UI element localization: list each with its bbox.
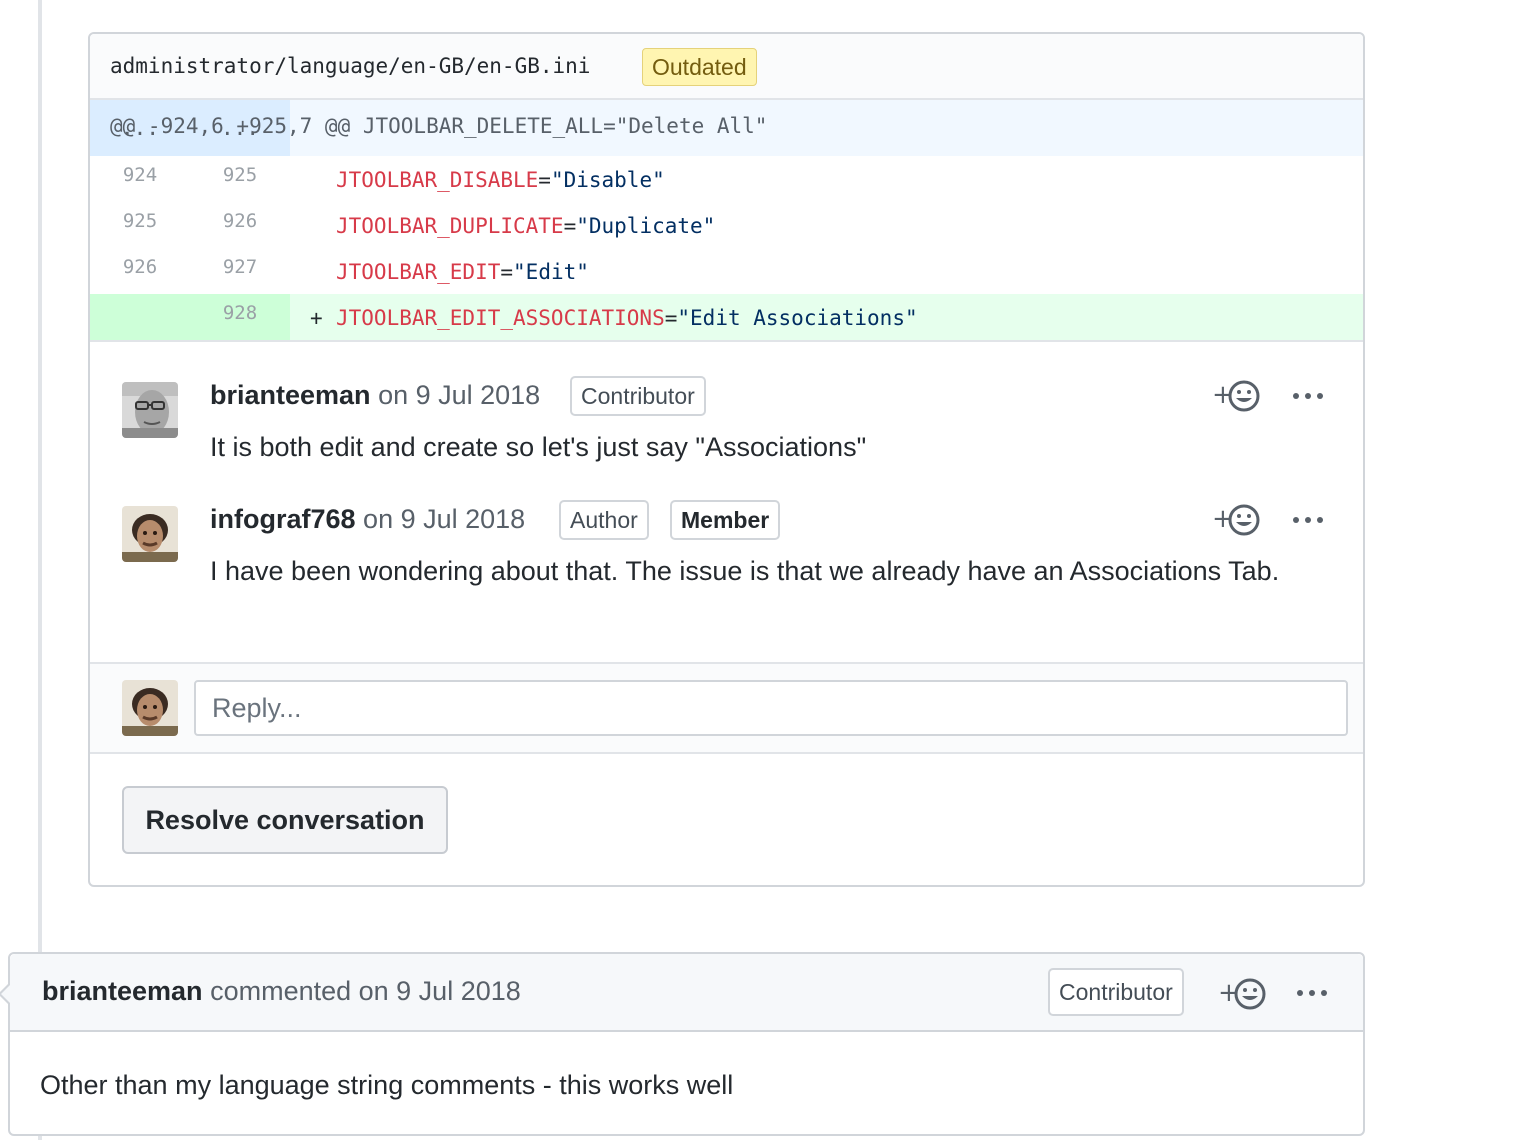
comment-author-line: brianteeman commented on 9 Jul 2018 (42, 976, 521, 1007)
ini-key: JTOOLBAR_DUPLICATE (336, 214, 564, 238)
outdated-badge: Outdated (642, 48, 757, 86)
line-number-old[interactable] (90, 294, 190, 340)
ini-equals: = (538, 168, 551, 192)
add-reaction-icon[interactable]: + (1212, 378, 1262, 414)
contributor-badge: Contributor (1048, 968, 1184, 1016)
comment-timestamp[interactable]: on 9 Jul 2018 (371, 380, 540, 410)
ini-value: "Edit Associations" (677, 306, 918, 330)
author-badge: Author (559, 500, 649, 540)
ini-key: JTOOLBAR_DISABLE (336, 168, 539, 192)
diff-code: JTOOLBAR_DISABLE="Disable" (336, 168, 665, 192)
ini-value: "Duplicate" (576, 214, 716, 238)
line-number-new[interactable]: 928 (190, 294, 290, 340)
more-options-icon[interactable] (1292, 514, 1324, 526)
reply-area (90, 662, 1363, 754)
more-options-icon[interactable] (1292, 390, 1324, 402)
diff-row: 924 925 JTOOLBAR_DISABLE="Disable" (90, 156, 1363, 202)
diff-row-added: 928 + JTOOLBAR_EDIT_ASSOCIATIONS="Edit As… (90, 294, 1363, 340)
hunk-header-text: @@ -924,6 +925,7 @@ JTOOLBAR_DELETE_ALL=… (110, 114, 768, 138)
ini-equals: = (500, 260, 514, 284)
file-header: administrator/language/en-GB/en-GB.ini O… (90, 34, 1363, 100)
comment-author[interactable]: brianteeman (210, 380, 371, 410)
review-thread: administrator/language/en-GB/en-GB.ini O… (88, 32, 1365, 887)
diff-code: JTOOLBAR_EDIT="Edit" (336, 260, 589, 284)
resolve-conversation-button[interactable]: Resolve conversation (122, 786, 448, 854)
ini-equals: = (664, 306, 678, 330)
ini-key: JTOOLBAR_EDIT (336, 260, 501, 284)
diff-table: ... ... @@ -924,6 +925,7 @@ JTOOLBAR_DEL… (90, 100, 1363, 340)
line-number-old[interactable]: 925 (90, 202, 190, 248)
comment-author-line: infograf768 on 9 Jul 2018 (210, 504, 525, 535)
diff-row: 926 927 JTOOLBAR_EDIT="Edit" (90, 248, 1363, 294)
added-sign: + (310, 306, 323, 330)
avatar[interactable] (122, 382, 178, 438)
ini-value: "Disable" (550, 168, 665, 192)
member-badge: Member (670, 500, 781, 540)
add-reaction-icon[interactable]: + (1218, 976, 1268, 1012)
comment-body: I have been wondering about that. The is… (210, 556, 1280, 586)
ini-key: JTOOLBAR_EDIT_ASSOCIATIONS (336, 306, 665, 330)
line-number-new[interactable]: 925 (190, 156, 290, 202)
timeline-comment: brianteeman commented on 9 Jul 2018 Cont… (0, 952, 1365, 1136)
avatar-brianteeman-icon (122, 382, 178, 438)
hunk-header-row: ... ... @@ -924,6 +925,7 @@ JTOOLBAR_DEL… (90, 100, 1363, 156)
avatar-infograf768-icon (122, 680, 178, 736)
comment-author-line: brianteeman on 9 Jul 2018 (210, 380, 540, 411)
reply-input[interactable] (194, 680, 1348, 736)
comment-thread: brianteeman on 9 Jul 2018 Contributor + … (90, 340, 1363, 586)
line-number-new[interactable]: 926 (190, 202, 290, 248)
line-number-old[interactable]: 926 (90, 248, 190, 294)
comment-author[interactable]: infograf768 (210, 504, 356, 534)
line-number-new[interactable]: 927 (190, 248, 290, 294)
avatar-infograf768-icon (122, 506, 178, 562)
comment-body: It is both edit and create so let's just… (210, 432, 867, 462)
timeline-comment-header: brianteeman commented on 9 Jul 2018 Cont… (0, 954, 1363, 1032)
diff-row: 925 926 JTOOLBAR_DUPLICATE="Duplicate" (90, 202, 1363, 248)
line-number-old[interactable]: 924 (90, 156, 190, 202)
contributor-badge: Contributor (570, 376, 706, 416)
avatar[interactable] (122, 680, 178, 736)
more-options-icon[interactable] (1296, 987, 1328, 999)
comment-caret (0, 982, 11, 1006)
ini-equals: = (563, 214, 577, 238)
file-path[interactable]: administrator/language/en-GB/en-GB.ini (110, 54, 590, 78)
diff-code: + JTOOLBAR_EDIT_ASSOCIATIONS="Edit Associ… (310, 306, 918, 330)
comment-timestamp[interactable]: on 9 Jul 2018 (356, 504, 525, 534)
add-reaction-icon[interactable]: + (1212, 502, 1262, 538)
diff-code: JTOOLBAR_DUPLICATE="Duplicate" (336, 214, 715, 238)
comment-timestamp[interactable]: commented on 9 Jul 2018 (203, 976, 521, 1006)
comment-author[interactable]: brianteeman (42, 976, 203, 1006)
comment-body: Other than my language string comments -… (40, 1070, 734, 1100)
avatar[interactable] (122, 506, 178, 562)
ini-value: "Edit" (513, 260, 589, 284)
